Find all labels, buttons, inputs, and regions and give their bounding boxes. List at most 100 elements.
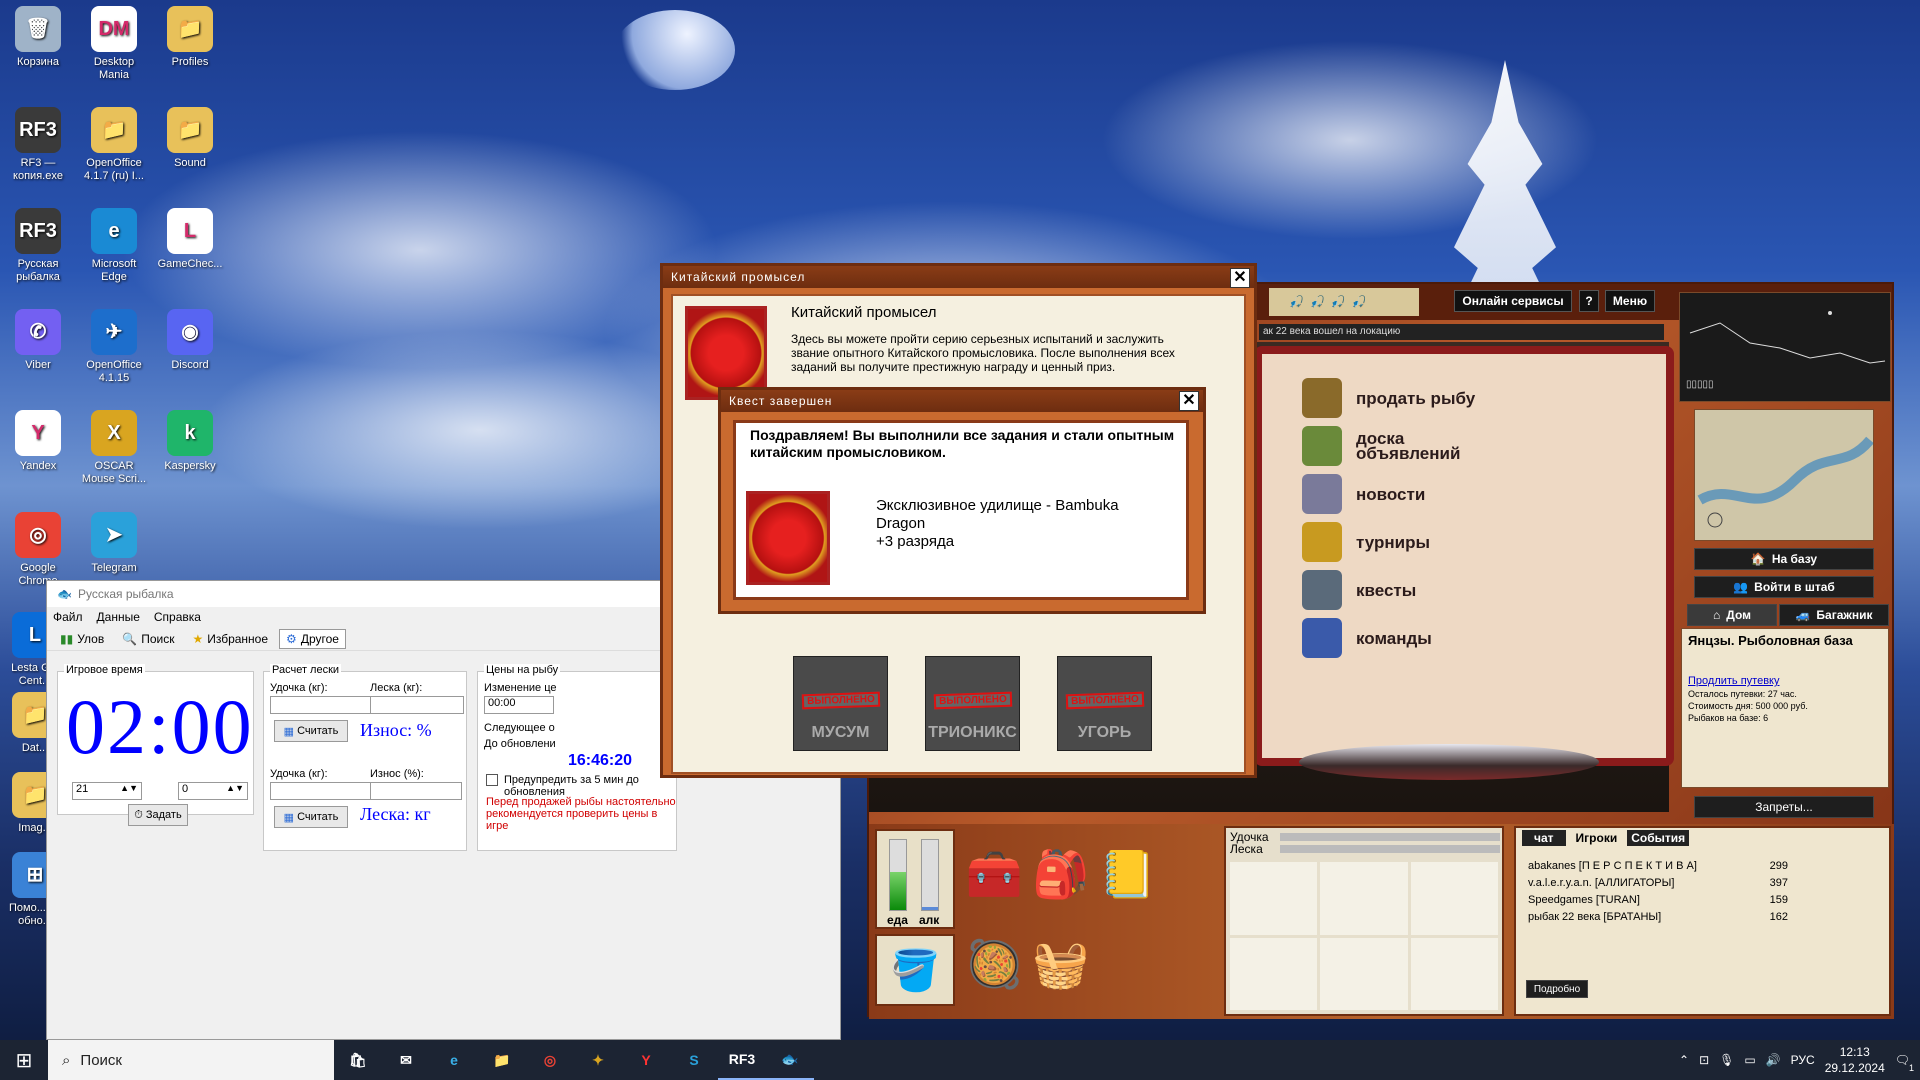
calc-line-button[interactable]: ▦ Считать: [274, 806, 348, 828]
desktop-icon[interactable]: k Kaspersky: [155, 410, 225, 473]
player-row[interactable]: abakanes [П Е Р С П Е К Т И В А] 299: [1528, 858, 1788, 875]
taskbar-search[interactable]: ⌕ Поиск: [48, 1040, 334, 1080]
rod-kg-input-2[interactable]: [270, 782, 378, 800]
desktop-icon[interactable]: ◉ Discord: [155, 309, 225, 372]
tackle-box-icon[interactable]: 🧰: [966, 847, 1023, 902]
tab-chat[interactable]: чат: [1522, 830, 1566, 846]
tab-events[interactable]: События: [1627, 830, 1690, 846]
fishing-helper-taskbar-icon[interactable]: 🐟: [766, 1040, 814, 1080]
other-button[interactable]: ⚙ Другое: [279, 628, 346, 649]
to-base-button[interactable]: 🏠 На базу: [1694, 548, 1874, 570]
language-indicator[interactable]: РУС: [1791, 1053, 1815, 1067]
book-menu-item[interactable]: команды: [1302, 618, 1432, 658]
desktop-icon[interactable]: 📁 OpenOffice 4.1.7 (ru) I...: [79, 107, 149, 183]
online-services-button[interactable]: Онлайн сервисы: [1454, 290, 1572, 312]
menu-button[interactable]: Меню: [1605, 290, 1655, 312]
desktop-icon[interactable]: ➤ Telegram: [79, 512, 149, 575]
desktop-icon[interactable]: ✈ OpenOffice 4.1.15: [79, 309, 149, 385]
bans-button[interactable]: Запреты...: [1694, 796, 1874, 818]
player-row[interactable]: Speedgames [TURAN] 159: [1528, 892, 1788, 909]
hours-spinner[interactable]: 21 ▲▼: [72, 782, 142, 800]
chrome-icon[interactable]: ◎: [526, 1040, 574, 1080]
bucket-icon[interactable]: 🪣: [875, 934, 955, 1006]
menu-file[interactable]: Файл: [53, 610, 83, 624]
rod-slot[interactable]: [1410, 937, 1498, 1010]
menu-help[interactable]: Справка: [154, 610, 201, 624]
quest-fish-card[interactable]: ВЫПОЛНЕНО УГОРЬ: [1057, 656, 1152, 751]
explorer-icon[interactable]: 📁: [478, 1040, 526, 1080]
close-icon[interactable]: ✕: [1230, 268, 1250, 288]
book-menu-item[interactable]: новости: [1302, 474, 1425, 514]
calc-wear-button[interactable]: ▦ Считать: [274, 720, 348, 742]
kaspersky-icon: k: [167, 410, 213, 456]
tab-trunk[interactable]: 🚙 Багажник: [1779, 604, 1889, 626]
lure-slots[interactable]: 🎣 🎣 🎣 🎣: [1269, 288, 1419, 316]
book-menu-item[interactable]: продать рыбу: [1302, 378, 1475, 418]
rod-slot[interactable]: [1320, 937, 1408, 1010]
quest-fish-card[interactable]: ВЫПОЛНЕНО ТРИОНИКС: [925, 656, 1020, 751]
microphone-icon[interactable]: 🎙: [1719, 1053, 1734, 1067]
help-button[interactable]: ?: [1579, 290, 1599, 312]
tab-home[interactable]: ⌂ Дом: [1687, 604, 1777, 626]
location-map[interactable]: [1694, 409, 1874, 541]
store-icon[interactable]: 🛍: [334, 1040, 382, 1080]
book-menu-item[interactable]: квесты: [1302, 570, 1416, 610]
spinner-arrows-icon[interactable]: ▲▼: [226, 783, 244, 793]
search-button[interactable]: 🔍 Поиск: [115, 629, 181, 649]
quest-fish-card[interactable]: ВЫПОЛНЕНО МУСУМ: [793, 656, 888, 751]
warn-checkbox[interactable]: [486, 774, 498, 786]
enter-hq-button[interactable]: 👥 Войти в штаб: [1694, 576, 1874, 598]
desktop-icon[interactable]: 📁 Sound: [155, 107, 225, 170]
details-button[interactable]: Подробно: [1526, 980, 1588, 998]
keepnet-icon[interactable]: 🧺: [1032, 937, 1089, 992]
desktop-icon[interactable]: Y Yandex: [3, 410, 73, 473]
clock[interactable]: 12:13 29.12.2024: [1825, 1044, 1885, 1076]
desktop-icon[interactable]: RF3 RF3 — копия.exe: [3, 107, 73, 183]
bait-pot-icon[interactable]: 🥘: [966, 937, 1023, 992]
favorites-button[interactable]: ★ Избранное: [185, 629, 275, 649]
chevron-up-icon[interactable]: ⌃: [1679, 1053, 1689, 1067]
oscar-icon[interactable]: ✦: [574, 1040, 622, 1080]
rf3-taskbar-icon[interactable]: RF3: [718, 1040, 766, 1080]
rod-slot[interactable]: [1320, 862, 1408, 935]
catch-button[interactable]: ▮▮ Улов: [53, 629, 111, 649]
network-icon[interactable]: ⊡: [1699, 1053, 1709, 1067]
battery-icon[interactable]: ▭: [1744, 1053, 1755, 1067]
rod-kg-input[interactable]: [270, 696, 378, 714]
mail-icon[interactable]: ✉: [382, 1040, 430, 1080]
close-icon[interactable]: ✕: [1179, 391, 1199, 411]
wear-pct-input[interactable]: [370, 782, 462, 800]
desktop-icon[interactable]: L GameChec...: [155, 208, 225, 271]
set-time-button[interactable]: ⏱ Задать: [128, 804, 188, 826]
edge-icon[interactable]: e: [430, 1040, 478, 1080]
desktop-icon[interactable]: RF3 Русская рыбалка: [3, 208, 73, 284]
desktop-icon[interactable]: 📁 Profiles: [155, 6, 225, 69]
desktop-icon[interactable]: DM Desktop Mania: [79, 6, 149, 82]
notifications-icon[interactable]: 🗨 1: [1895, 1053, 1914, 1073]
start-button[interactable]: ⊞: [0, 1040, 48, 1080]
backpack-icon[interactable]: 🎒: [1032, 847, 1089, 902]
desktop-icon[interactable]: X OSCAR Mouse Scri...: [79, 410, 149, 486]
yandex-icon[interactable]: Y: [622, 1040, 670, 1080]
book-menu-item[interactable]: турниры: [1302, 522, 1430, 562]
player-row[interactable]: v.a.l.e.r.y.a.n. [АЛЛИГАТОРЫ] 397: [1528, 875, 1788, 892]
skype-icon[interactable]: S: [670, 1040, 718, 1080]
desktop-icon[interactable]: ◎ Google Chrome: [3, 512, 73, 588]
volume-icon[interactable]: 🔊: [1766, 1053, 1781, 1067]
notebook-icon[interactable]: 📒: [1099, 847, 1156, 902]
player-row[interactable]: рыбак 22 века [БРАТАНЫ] 162: [1528, 909, 1788, 926]
rod-slot[interactable]: [1410, 862, 1498, 935]
line-kg-input[interactable]: [370, 696, 464, 714]
minutes-spinner[interactable]: 0 ▲▼: [178, 782, 248, 800]
extend-ticket-link[interactable]: Продлить путевку: [1688, 675, 1779, 687]
desktop-icon[interactable]: e Microsoft Edge: [79, 208, 149, 284]
book-menu-item[interactable]: доска объявлений: [1302, 426, 1486, 466]
desktop-icon[interactable]: 🗑 Корзина: [3, 6, 73, 69]
desktop-icon[interactable]: ✆ Viber: [3, 309, 73, 372]
change-input[interactable]: 00:00: [484, 696, 554, 714]
menu-data[interactable]: Данные: [97, 610, 140, 624]
rod-slot[interactable]: [1230, 937, 1318, 1010]
tab-players[interactable]: Игроки: [1569, 830, 1624, 846]
rod-slot[interactable]: [1230, 862, 1318, 935]
spinner-arrows-icon[interactable]: ▲▼: [120, 783, 138, 793]
